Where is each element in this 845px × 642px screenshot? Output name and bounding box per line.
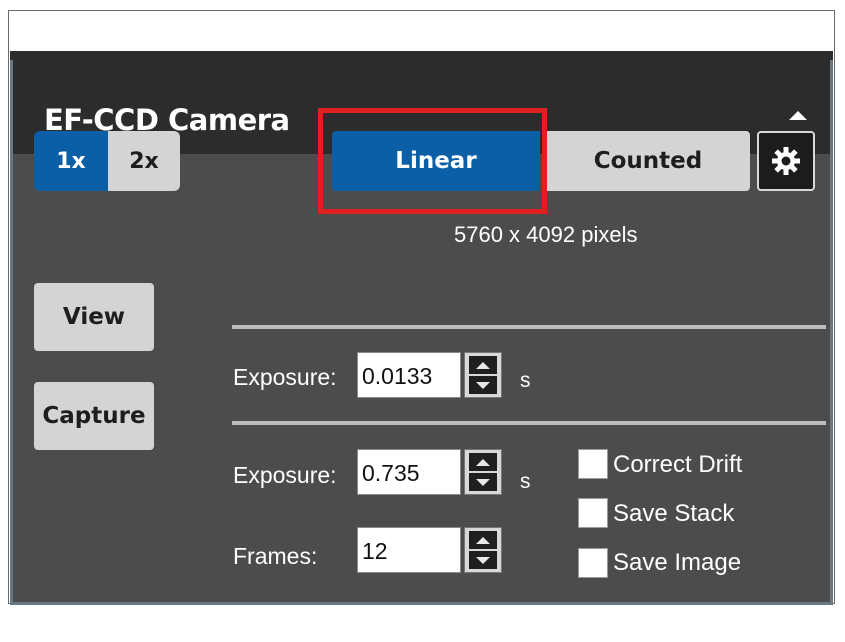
frames-spinner[interactable] — [464, 527, 502, 573]
save-image-checkbox[interactable] — [578, 548, 608, 578]
divider-top — [232, 325, 826, 329]
zoom-2x-button[interactable]: 2x — [108, 131, 180, 191]
zoom-1x-button[interactable]: 1x — [34, 131, 108, 191]
view-exposure-down-arrow-icon[interactable] — [469, 376, 497, 394]
capture-button[interactable]: Capture — [34, 382, 154, 450]
save-stack-label: Save Stack — [613, 500, 735, 527]
capture-exposure-up-arrow-icon[interactable] — [469, 453, 497, 471]
capture-exposure-down-arrow-icon[interactable] — [469, 473, 497, 491]
view-exposure-up-arrow-icon[interactable] — [469, 356, 497, 374]
frames-label: Frames: — [233, 543, 318, 569]
top-bar — [10, 51, 833, 60]
correct-drift-label: Correct Drift — [613, 451, 743, 478]
view-exposure-spinner[interactable] — [464, 352, 502, 398]
frames-input[interactable]: 12 — [357, 527, 461, 573]
view-exposure-input[interactable]: 0.0133 — [357, 352, 461, 398]
capture-exposure-input[interactable]: 0.735 — [357, 449, 461, 495]
correct-drift-checkbox[interactable] — [578, 449, 608, 479]
settings-button[interactable] — [757, 131, 815, 191]
gear-icon — [772, 147, 800, 175]
frames-down-arrow-icon[interactable] — [469, 551, 497, 569]
capture-exposure-label: Exposure: — [233, 462, 337, 488]
divider-bottom — [232, 421, 826, 425]
frames-up-arrow-icon[interactable] — [469, 531, 497, 549]
view-exposure-label: Exposure: — [233, 364, 337, 390]
mode-toggle: Linear Counted — [332, 131, 750, 191]
view-exposure-unit: s — [520, 369, 531, 392]
capture-exposure-spinner[interactable] — [464, 449, 502, 495]
resolution-text: 5760 x 4092 pixels — [454, 222, 638, 247]
counted-mode-button[interactable]: Counted — [546, 131, 750, 191]
capture-exposure-unit: s — [520, 470, 531, 493]
triangle-up-icon[interactable] — [789, 111, 807, 120]
save-stack-checkbox[interactable] — [578, 498, 608, 528]
linear-mode-button[interactable]: Linear — [332, 131, 540, 191]
zoom-toggle: 1x 2x — [34, 131, 180, 191]
save-image-label: Save Image — [613, 549, 742, 576]
view-button[interactable]: View — [34, 283, 154, 351]
